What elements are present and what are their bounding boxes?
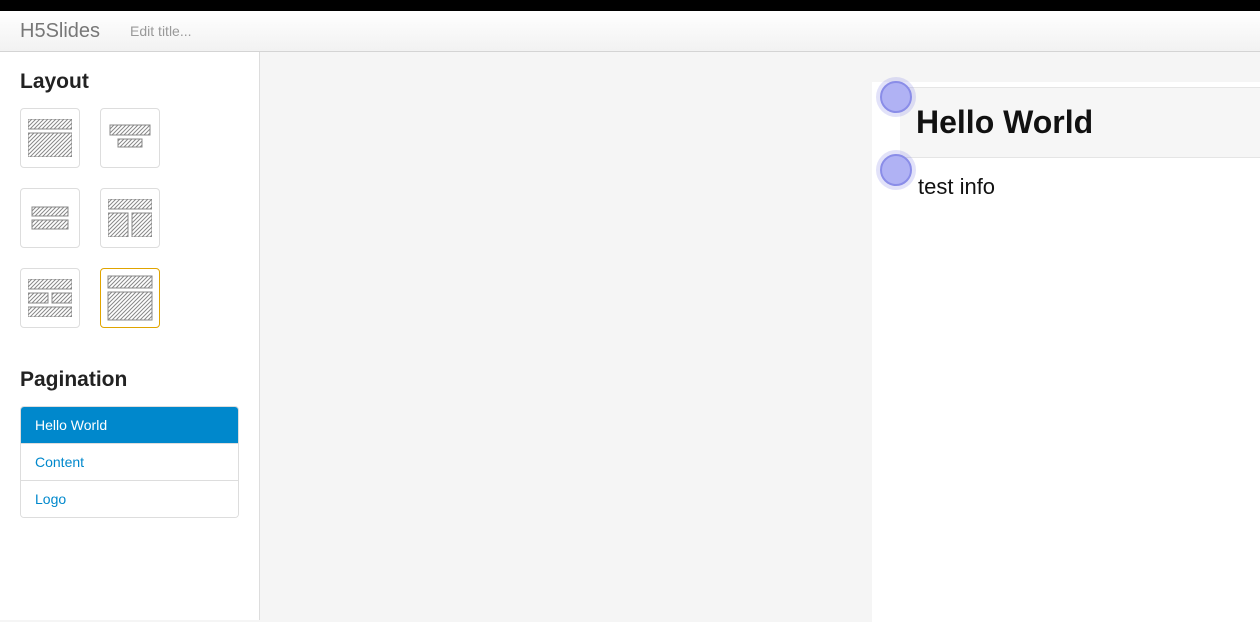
layout-icon bbox=[106, 274, 154, 322]
layout-option-5[interactable] bbox=[20, 268, 80, 328]
slide-canvas: Hello World test info bbox=[260, 52, 1260, 620]
app-brand: H5Slides bbox=[20, 20, 100, 43]
layout-option-4[interactable] bbox=[100, 188, 160, 248]
slide[interactable]: Hello World test info bbox=[872, 82, 1260, 622]
drag-handle-icon[interactable] bbox=[880, 154, 912, 186]
window-top-bar bbox=[0, 0, 1260, 11]
pagination-heading: Pagination bbox=[20, 368, 239, 392]
layout-icon bbox=[28, 279, 72, 317]
main: Layout bbox=[0, 52, 1260, 620]
layout-grid bbox=[20, 108, 239, 328]
slide-title[interactable]: Hello World bbox=[916, 104, 1260, 141]
layout-icon bbox=[28, 199, 72, 237]
pagination-item[interactable]: Content bbox=[21, 444, 238, 481]
sidebar: Layout bbox=[0, 52, 260, 620]
pagination-list: Hello World Content Logo bbox=[20, 406, 239, 518]
layout-option-1[interactable] bbox=[20, 108, 80, 168]
pagination-item[interactable]: Hello World bbox=[21, 407, 238, 444]
layout-heading: Layout bbox=[20, 70, 239, 94]
layout-icon bbox=[108, 119, 152, 157]
slide-title-region[interactable]: Hello World bbox=[872, 87, 1260, 158]
layout-option-6[interactable] bbox=[100, 268, 160, 328]
navbar: H5Slides bbox=[0, 11, 1260, 52]
layout-icon bbox=[108, 199, 152, 237]
slide-body[interactable]: test info bbox=[914, 160, 1260, 214]
layout-icon bbox=[28, 119, 72, 157]
slide-body-region[interactable]: test info bbox=[872, 160, 1260, 214]
layout-option-3[interactable] bbox=[20, 188, 80, 248]
pagination-item[interactable]: Logo bbox=[21, 481, 238, 517]
drag-handle-icon[interactable] bbox=[880, 81, 912, 113]
layout-option-2[interactable] bbox=[100, 108, 160, 168]
title-input[interactable] bbox=[130, 23, 330, 39]
